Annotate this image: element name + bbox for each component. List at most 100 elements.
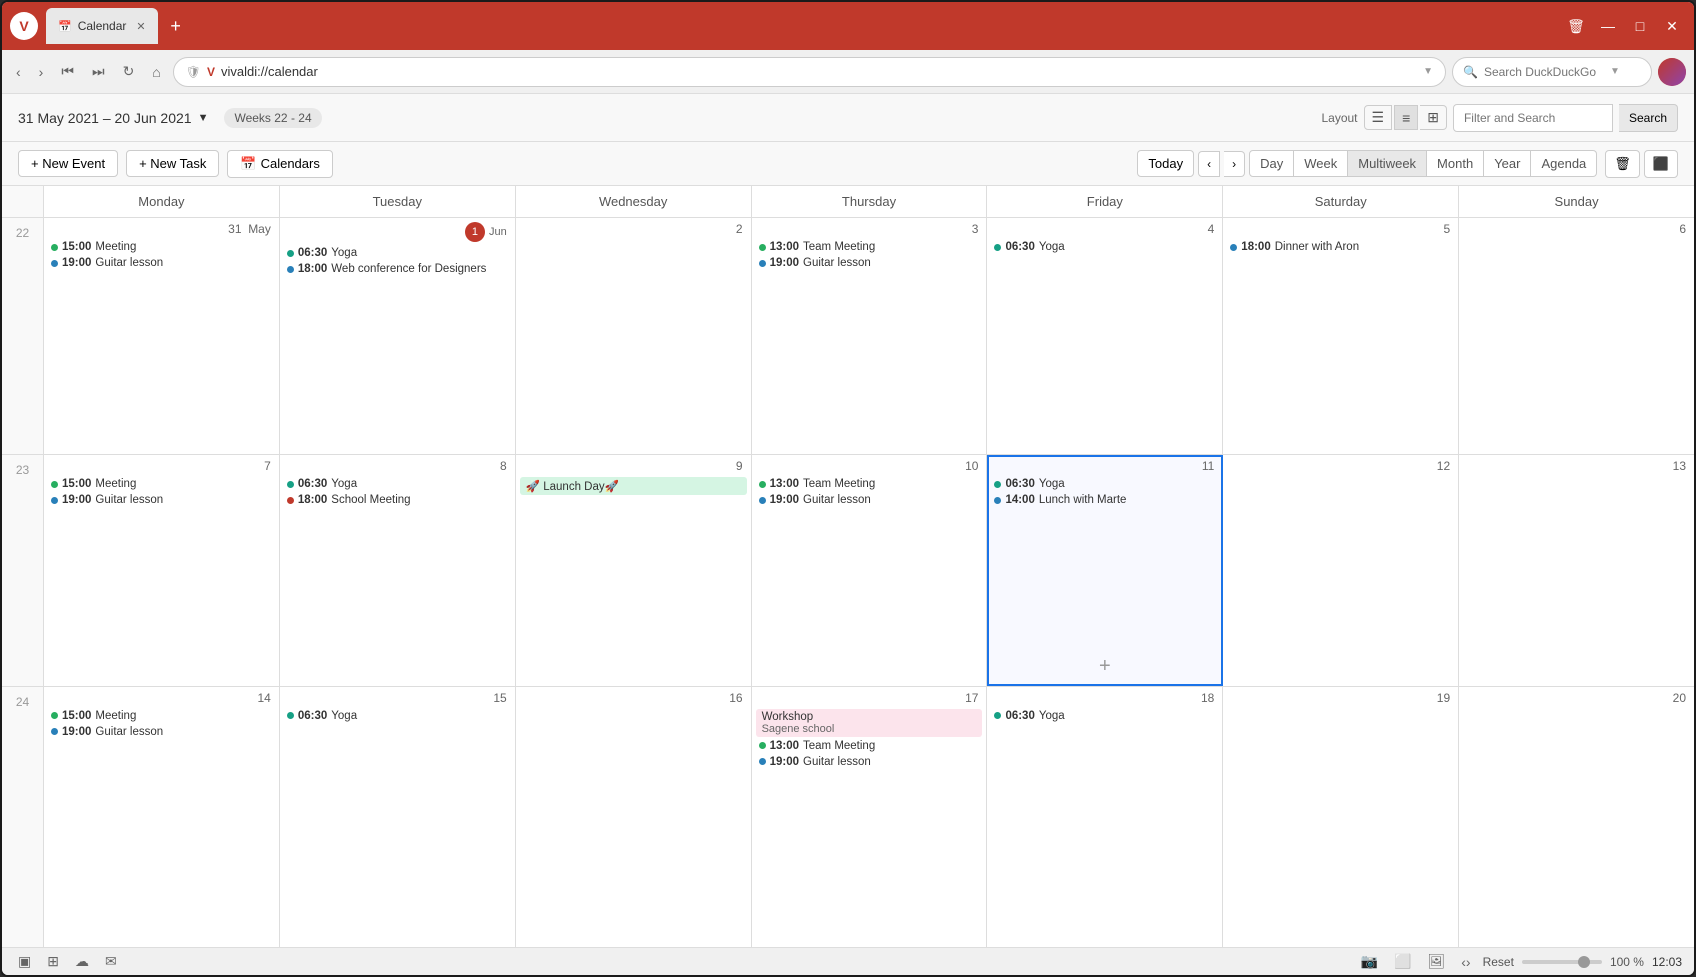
day-cell-jun13[interactable]: 13 (1459, 455, 1694, 685)
date-range[interactable]: 31 May 2021 – 20 Jun 2021 ▼ (18, 110, 208, 126)
images-icon[interactable]: 🖼 (1423, 951, 1449, 972)
event-guitar-jun3[interactable]: 19:00 Guitar lesson (756, 256, 983, 270)
event-dinner-jun5[interactable]: 18:00 Dinner with Aron (1227, 240, 1454, 254)
day-cell-jun6[interactable]: 6 (1459, 218, 1694, 454)
view-week-button[interactable]: Week (1294, 150, 1348, 177)
day-cell-jun5[interactable]: 5 18:00 Dinner with Aron (1223, 218, 1459, 454)
new-event-button[interactable]: + New Event (18, 150, 118, 177)
search-dropdown[interactable]: ▼ (1610, 66, 1620, 77)
calendars-button[interactable]: 📅 Calendars (227, 150, 332, 178)
day-cell-jun12[interactable]: 12 (1223, 455, 1459, 685)
day-cell-jun8[interactable]: 8 06:30 Yoga 18:00 School Meeting (280, 455, 516, 685)
day-num-jun7: 7 (48, 459, 275, 473)
day-cell-jun16[interactable]: 16 (516, 687, 752, 947)
screenshot-icon[interactable]: 📷 (1357, 951, 1382, 972)
day-cell-jun11[interactable]: 11 06:30 Yoga 14:00 Lunch with Marte + (987, 455, 1223, 685)
event-teammeeting-jun17[interactable]: 13:00 Team Meeting (756, 739, 983, 753)
add-event-button[interactable]: + (1099, 655, 1111, 678)
week-badge[interactable]: Weeks 22 - 24 (224, 108, 321, 128)
window-controls: 🗑 — □ ✕ (1562, 12, 1686, 40)
view-agenda-button[interactable]: Agenda (1531, 150, 1597, 177)
skip-back-button[interactable]: ⏮ (55, 59, 80, 84)
next-period-button[interactable]: › (1224, 151, 1245, 177)
day-cell-jun3[interactable]: 3 13:00 Team Meeting 19:00 Guitar lesson (752, 218, 988, 454)
event-guitar-jun17[interactable]: 19:00 Guitar lesson (756, 755, 983, 769)
event-guitar-jun10[interactable]: 19:00 Guitar lesson (756, 493, 983, 507)
tab-close-btn[interactable]: ✕ (136, 20, 145, 33)
maximize-button[interactable]: □ (1626, 12, 1654, 40)
layout-grid-btn[interactable]: ⊞ (1420, 105, 1447, 130)
event-meeting-jun7[interactable]: 15:00 Meeting (48, 477, 275, 491)
sync-icon[interactable]: ☁ (71, 951, 93, 972)
layout-compact-btn[interactable]: ☰ (1364, 105, 1393, 130)
search-input[interactable] (1484, 65, 1604, 79)
workshop-banner[interactable]: Workshop Sagene school (756, 709, 983, 737)
code-icon[interactable]: ‹› (1457, 952, 1474, 972)
day-cell-jun10[interactable]: 10 13:00 Team Meeting 19:00 Guitar lesso… (752, 455, 988, 685)
new-task-button[interactable]: + New Task (126, 150, 219, 177)
delete-event-button[interactable]: 🗑 (1605, 150, 1640, 178)
reload-button[interactable]: ↻ (117, 59, 141, 84)
zoom-slider[interactable] (1522, 960, 1602, 964)
view-month-button[interactable]: Month (1427, 150, 1484, 177)
event-webconf-jun1[interactable]: 18:00 Web conference for Designers (284, 262, 511, 276)
calendar-tab[interactable]: 📅 Calendar ✕ (46, 8, 158, 44)
event-yoga-jun8[interactable]: 06:30 Yoga (284, 477, 511, 491)
event-yoga-jun1[interactable]: 06:30 Yoga (284, 246, 511, 260)
view-day-button[interactable]: Day (1249, 150, 1294, 177)
close-button[interactable]: ✕ (1658, 12, 1686, 40)
day-cell-may31[interactable]: 31 May 15:00 Meeting 19:00 Guitar lesson (44, 218, 280, 454)
day-cell-jun18[interactable]: 18 06:30 Yoga (987, 687, 1223, 947)
day-cell-jun20[interactable]: 20 (1459, 687, 1694, 947)
zoom-thumb[interactable] (1578, 956, 1590, 968)
day-cell-jun17[interactable]: 17 Workshop Sagene school 13:00 Team Mee… (752, 687, 988, 947)
forward-button[interactable]: › (33, 60, 50, 84)
day-header-monday: Monday (44, 186, 280, 217)
profile-avatar[interactable] (1658, 58, 1686, 86)
day-cell-jun15[interactable]: 15 06:30 Yoga (280, 687, 516, 947)
event-lunch-jun11[interactable]: 14:00 Lunch with Marte (991, 493, 1218, 507)
day-cell-jun1[interactable]: 1 Jun 06:30 Yoga 18:00 Web conference fo… (280, 218, 516, 454)
event-meeting-jun14[interactable]: 15:00 Meeting (48, 709, 275, 723)
address-bar[interactable]: 🛡 V vivaldi://calendar ▼ (173, 57, 1446, 87)
address-dropdown[interactable]: ▼ (1423, 66, 1433, 77)
day-cell-jun7[interactable]: 7 15:00 Meeting 19:00 Guitar lesson (44, 455, 280, 685)
day-cell-jun2[interactable]: 2 (516, 218, 752, 454)
prev-period-button[interactable]: ‹ (1198, 151, 1220, 177)
event-guitar-may31[interactable]: 19:00 Guitar lesson (48, 256, 275, 270)
day-cell-jun9[interactable]: 9 🚀 Launch Day🚀 (516, 455, 752, 685)
event-yoga-jun18[interactable]: 06:30 Yoga (991, 709, 1218, 723)
day-cell-jun4[interactable]: 4 06:30 Yoga (987, 218, 1223, 454)
minimize-button[interactable]: — (1594, 12, 1622, 40)
panel-icon[interactable]: ⊞ (43, 951, 63, 972)
event-school-jun8[interactable]: 18:00 School Meeting (284, 493, 511, 507)
view-year-button[interactable]: Year (1484, 150, 1531, 177)
view-multiweek-button[interactable]: Multiweek (1348, 150, 1427, 177)
day-cell-jun19[interactable]: 19 (1223, 687, 1459, 947)
launch-day-banner[interactable]: 🚀 Launch Day🚀 (520, 477, 747, 495)
event-teammeeting-jun10[interactable]: 13:00 Team Meeting (756, 477, 983, 491)
camera-button[interactable]: ⬛ (1644, 150, 1678, 178)
today-button[interactable]: Today (1137, 150, 1194, 177)
back-button[interactable]: ‹ (10, 60, 27, 84)
event-yoga-jun11[interactable]: 06:30 Yoga (991, 477, 1218, 491)
delete-button[interactable]: 🗑 (1562, 12, 1590, 40)
mail-icon[interactable]: ✉ (101, 951, 121, 972)
skip-forward-button[interactable]: ⏭ (86, 59, 111, 84)
filter-search-button[interactable]: Search (1619, 104, 1678, 132)
day-cell-jun14[interactable]: 14 15:00 Meeting 19:00 Guitar lesson (44, 687, 280, 947)
sidebar-toggle-icon[interactable]: ▣ (14, 951, 35, 972)
event-teammeeting-jun3[interactable]: 13:00 Team Meeting (756, 240, 983, 254)
event-yoga-jun15[interactable]: 06:30 Yoga (284, 709, 511, 723)
event-guitar-jun14[interactable]: 19:00 Guitar lesson (48, 725, 275, 739)
event-guitar-jun7[interactable]: 19:00 Guitar lesson (48, 493, 275, 507)
home-button[interactable]: ⌂ (146, 60, 166, 84)
layout-list-btn[interactable]: ≡ (1394, 105, 1418, 130)
reset-label[interactable]: Reset (1483, 955, 1514, 969)
window-icon[interactable]: ⬜ (1390, 951, 1415, 972)
filter-search-input[interactable] (1453, 104, 1613, 132)
search-bar[interactable]: 🔍 ▼ (1452, 57, 1652, 87)
new-tab-button[interactable]: + (162, 12, 190, 40)
event-yoga-jun4[interactable]: 06:30 Yoga (991, 240, 1218, 254)
event-meeting-may31[interactable]: 15:00 Meeting (48, 240, 275, 254)
